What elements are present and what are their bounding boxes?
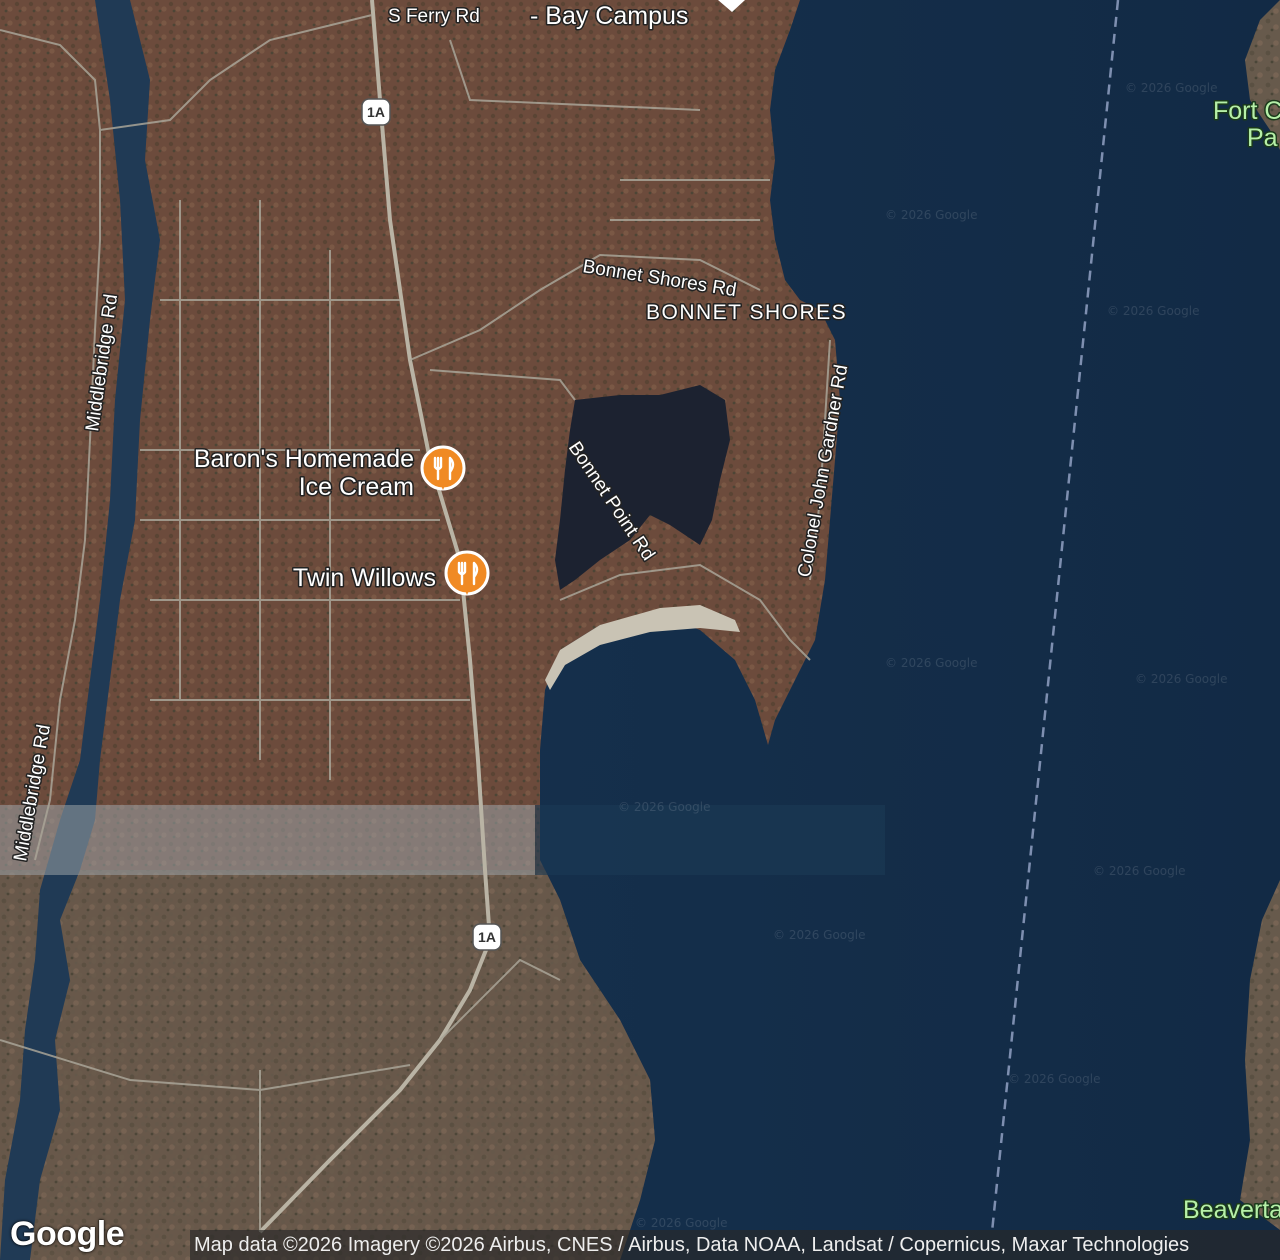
svg-text:Ice Cream: Ice Cream: [299, 473, 414, 501]
nearshore-water: [535, 805, 885, 875]
land-area-south: [0, 870, 655, 1260]
svg-text:© 2026 Google: © 2026 Google: [1093, 864, 1185, 878]
park-label-fort-line1: Fort C: [1213, 97, 1280, 125]
svg-text:© 2026 Google: © 2026 Google: [1125, 81, 1217, 95]
google-logo: Google: [10, 1215, 125, 1253]
svg-text:© 2026 Google: © 2026 Google: [635, 1216, 727, 1230]
route-shield-1a-south[interactable]: 1A: [472, 923, 502, 951]
svg-text:Twin Willows: Twin Willows: [293, 564, 436, 592]
area-label-bonnet-shores: BONNET SHORES: [646, 301, 847, 324]
cloud-strip: [0, 805, 535, 875]
svg-text:© 2026 Google: © 2026 Google: [618, 800, 710, 814]
svg-text:1A: 1A: [367, 104, 385, 120]
svg-text:1A: 1A: [478, 929, 496, 945]
svg-text:© 2026 Google: © 2026 Google: [1107, 304, 1199, 318]
svg-text:Baron's Homemade: Baron's Homemade: [194, 445, 414, 473]
park-label-beavertail: Beaverta: [1183, 1196, 1280, 1224]
svg-text:© 2026 Google: © 2026 Google: [1008, 1072, 1100, 1086]
place-label-bay-campus: - Bay Campus: [530, 2, 688, 30]
map-canvas[interactable]: © 2026 Google © 2026 Google © 2026 Googl…: [0, 0, 1280, 1260]
park-label-fort-line2: Pa: [1247, 124, 1278, 152]
svg-text:© 2026 Google: © 2026 Google: [773, 928, 865, 942]
svg-text:© 2026 Google: © 2026 Google: [1135, 672, 1227, 686]
route-shield-1a-north[interactable]: 1A: [361, 98, 391, 126]
map-attribution: Map data ©2026 Imagery ©2026 Airbus, CNE…: [190, 1230, 1280, 1260]
svg-text:© 2026 Google: © 2026 Google: [885, 208, 977, 222]
svg-text:© 2026 Google: © 2026 Google: [885, 656, 977, 670]
road-label-s-ferry-rd: S Ferry Rd: [388, 6, 480, 27]
